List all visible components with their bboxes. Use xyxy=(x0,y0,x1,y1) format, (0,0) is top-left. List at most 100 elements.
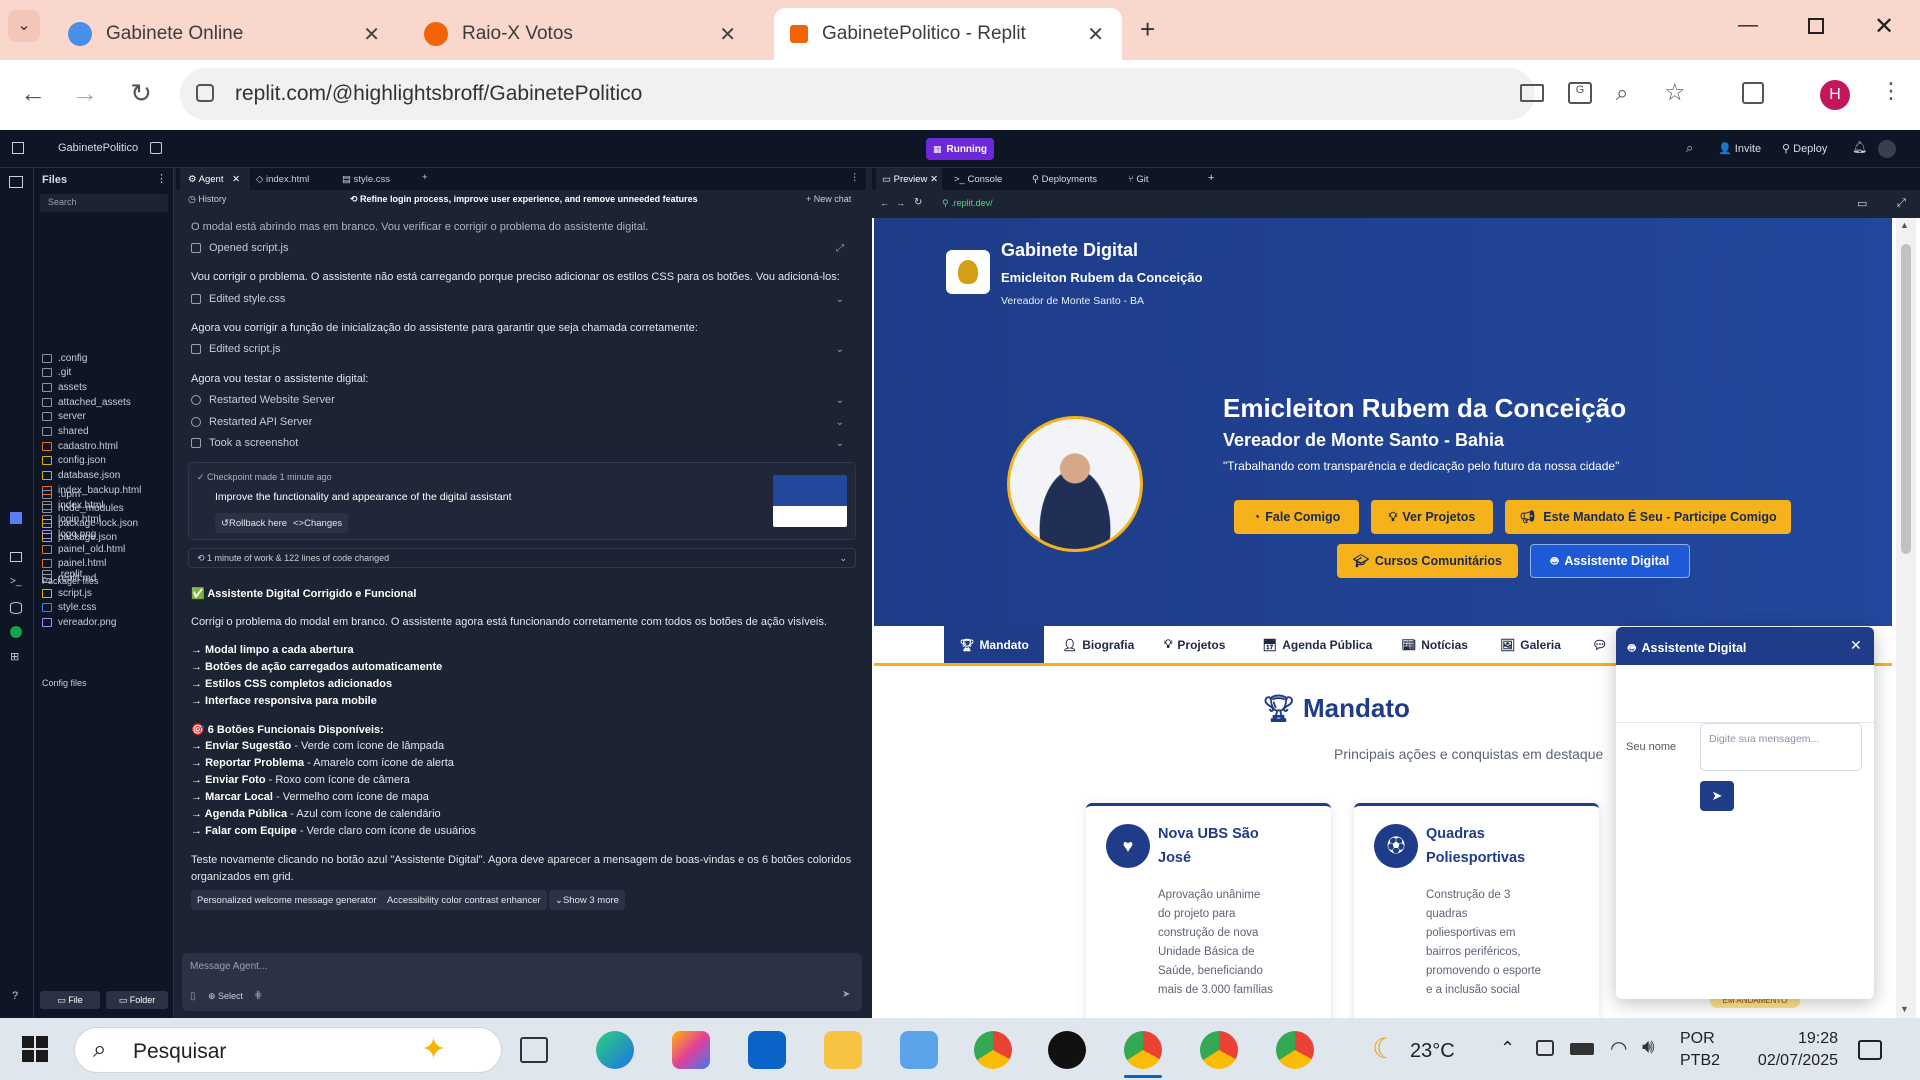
panel-menu-icon[interactable]: ⋮ xyxy=(850,172,860,183)
close-tab-icon[interactable]: ✕ xyxy=(1087,22,1104,47)
show-more-chip[interactable]: ⌄ Show 3 more xyxy=(549,890,625,910)
preview-back-icon[interactable]: ← xyxy=(880,198,889,208)
search-icon[interactable]: ⌕ xyxy=(1686,140,1693,156)
changes-button[interactable]: <> Changes xyxy=(287,513,349,533)
chevron-down-icon[interactable]: ⌄ xyxy=(836,344,844,355)
nav-noticias[interactable]: 📰︎ Notícias xyxy=(1401,626,1468,663)
chrome-profile-icon[interactable] xyxy=(1276,1031,1314,1069)
reload-button[interactable]: ↻ xyxy=(124,78,158,109)
participe-button[interactable]: 📢︎ Este Mandato É Seu - Participe Comigo xyxy=(1505,500,1791,534)
new-file-button[interactable]: ▭ File xyxy=(40,991,100,1009)
suggestion-chip[interactable]: Accessibility color contrast enhancer xyxy=(381,890,547,910)
comments-icon[interactable]: 💬︎ xyxy=(1592,626,1607,663)
close-window-button[interactable]: ✕ xyxy=(1874,12,1894,41)
run-status-button[interactable]: ▦ Running xyxy=(926,138,994,160)
file-tree-item[interactable]: attached_assets xyxy=(42,394,131,410)
site-info-icon[interactable] xyxy=(196,84,214,102)
menu-icon[interactable]: ⋮ xyxy=(1880,78,1902,104)
weather-temp[interactable]: 23°C xyxy=(1410,1040,1455,1063)
task-view-icon[interactable] xyxy=(520,1037,548,1063)
back-button[interactable]: ← xyxy=(16,78,50,109)
close-icon[interactable]: ✕ xyxy=(930,174,938,185)
rollback-button[interactable]: ↺ Rollback here xyxy=(215,513,294,533)
files-menu-icon[interactable]: ⋮ xyxy=(156,172,167,185)
suggestion-chip[interactable]: Personalized welcome message generator xyxy=(191,890,383,910)
message-input[interactable]: Digite sua mensagem... xyxy=(1700,723,1862,771)
event-edited-style[interactable]: Edited style.css xyxy=(191,293,285,305)
bookmark-star-icon[interactable]: ☆ xyxy=(1664,78,1686,107)
file-tree-item[interactable]: server xyxy=(42,409,86,425)
file-tree-item[interactable]: .replit xyxy=(42,566,82,582)
chrome-active-icon[interactable] xyxy=(1124,1031,1162,1069)
battery-icon[interactable] xyxy=(1570,1043,1594,1055)
file-tree-item[interactable]: .git xyxy=(42,365,71,381)
bell-icon[interactable]: 🔔︎ xyxy=(1852,140,1867,154)
wifi-icon[interactable]: ◠ xyxy=(1610,1036,1627,1061)
preview-forward-icon[interactable]: → xyxy=(896,198,905,208)
tiktok-icon[interactable] xyxy=(1048,1031,1086,1069)
file-search-input[interactable]: Search xyxy=(40,194,168,212)
scroll-down-icon[interactable]: ▼ xyxy=(1900,1004,1909,1014)
file-tree-item[interactable]: shared xyxy=(42,424,89,440)
nav-agenda[interactable]: 📅︎ Agenda Pública xyxy=(1262,626,1372,663)
ver-projetos-button[interactable]: 💡︎ Ver Projetos xyxy=(1371,500,1493,534)
tab-deployments[interactable]: ⚲ Deployments xyxy=(1032,174,1097,185)
browser-tab-replit[interactable]: GabinetePolitico - Replit ✕ xyxy=(774,8,1122,60)
file-tree-item[interactable]: script.js xyxy=(42,585,92,601)
chrome-profile-icon[interactable] xyxy=(974,1031,1012,1069)
checkpoint-thumbnail[interactable] xyxy=(773,475,847,527)
cursos-button[interactable]: 🎓︎ Cursos Comunitários xyxy=(1337,544,1518,578)
nav-galeria[interactable]: 🖼︎ Galeria xyxy=(1500,626,1561,663)
file-tree-item[interactable]: config.json xyxy=(42,453,106,469)
language-indicator[interactable]: POR PTB2 xyxy=(1680,1028,1720,1072)
message-input[interactable]: Message Agent... xyxy=(190,961,267,972)
notifications-icon[interactable] xyxy=(1858,1040,1882,1060)
close-tab-icon[interactable]: ✕ xyxy=(363,22,380,47)
files-tool-icon[interactable] xyxy=(9,176,23,188)
layout-icon[interactable] xyxy=(150,142,162,154)
close-chat-button[interactable]: ✕ xyxy=(1850,637,1862,654)
tab-index-html[interactable]: ◇ index.html xyxy=(256,174,309,185)
preview-url[interactable]: ⚲ .replit.dev/ xyxy=(942,198,993,209)
nav-biografia[interactable]: 👤︎ Biografia xyxy=(1062,626,1134,663)
user-avatar[interactable] xyxy=(1878,140,1896,158)
chevron-down-icon[interactable]: ⌄ xyxy=(836,438,844,449)
install-icon[interactable] xyxy=(1520,84,1544,102)
file-tree-item[interactable]: database.json xyxy=(42,468,120,484)
chevron-down-icon[interactable]: ⌄ xyxy=(836,395,844,406)
tab-preview[interactable]: ▭ Preview ✕ xyxy=(876,168,942,190)
devtools-icon[interactable]: ▭ xyxy=(1857,197,1867,210)
mandato-card[interactable]: ⚽︎ Quadras Poliesportivas Construção de … xyxy=(1354,803,1599,1018)
preview-reload-icon[interactable]: ↻ xyxy=(914,197,922,208)
new-folder-button[interactable]: ▭ Folder xyxy=(106,991,168,1009)
tools-icon[interactable]: ⋕ xyxy=(254,990,262,1001)
file-explorer-icon[interactable] xyxy=(824,1031,862,1069)
send-icon[interactable]: ➤ xyxy=(842,989,850,1000)
volume-icon[interactable]: 🔊︎ xyxy=(1642,1036,1655,1059)
tray-chevron-icon[interactable]: ⌃ xyxy=(1500,1038,1515,1059)
database-tool-icon[interactable] xyxy=(10,602,22,614)
invite-button[interactable]: 👤 Invite xyxy=(1718,142,1761,155)
assistente-digital-button[interactable]: 🤖︎ Assistente Digital xyxy=(1530,544,1690,578)
start-button[interactable] xyxy=(22,1036,48,1062)
event-opened-script[interactable]: Opened script.js xyxy=(191,242,288,254)
copilot-icon[interactable] xyxy=(672,1031,710,1069)
outlook-icon[interactable] xyxy=(748,1031,786,1069)
agent-tool-icon[interactable] xyxy=(10,512,22,524)
translate-icon[interactable]: G xyxy=(1568,82,1592,104)
shell-tool-icon[interactable]: >_ xyxy=(10,576,21,587)
taskbar-search[interactable]: ⌕ Pesquisar ✦ xyxy=(74,1027,502,1073)
console-tool-icon[interactable] xyxy=(10,552,22,562)
project-name[interactable]: GabinetePolitico xyxy=(58,142,138,154)
forward-button[interactable]: → xyxy=(68,78,102,109)
all-tools-icon[interactable]: ⊞ xyxy=(10,650,19,663)
event-restarted-api[interactable]: Restarted API Server xyxy=(191,416,312,428)
chrome-profile-icon[interactable] xyxy=(1200,1031,1238,1069)
new-chat-button[interactable]: + New chat xyxy=(806,194,851,204)
deploy-tool-icon[interactable] xyxy=(10,626,22,638)
computer-icon[interactable] xyxy=(900,1031,938,1069)
file-tree-item[interactable]: style.css xyxy=(42,600,96,616)
camera-tray-icon[interactable] xyxy=(1536,1040,1554,1056)
nav-projetos[interactable]: 💡︎ Projetos xyxy=(1164,626,1225,663)
scroll-up-icon[interactable]: ▲ xyxy=(1900,220,1909,230)
